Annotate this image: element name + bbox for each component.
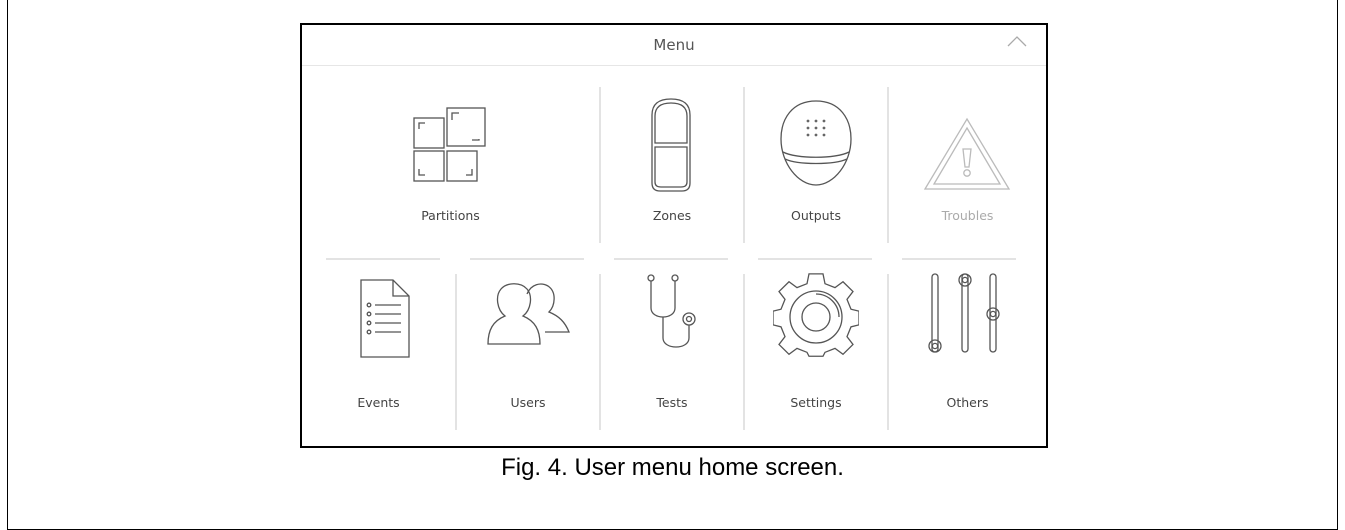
tile-events[interactable]: Events bbox=[302, 270, 455, 430]
tests-icon bbox=[647, 274, 696, 348]
others-icon bbox=[928, 273, 1000, 353]
tile-users[interactable]: Users bbox=[457, 270, 599, 430]
divider bbox=[758, 258, 872, 260]
zones-icon bbox=[651, 98, 691, 192]
troubles-icon bbox=[923, 117, 1011, 190]
tile-others[interactable]: Others bbox=[889, 270, 1046, 430]
outputs-icon bbox=[780, 100, 852, 186]
menu-header: Menu bbox=[302, 25, 1046, 66]
tile-label: Settings bbox=[790, 395, 842, 410]
chevron-up-icon[interactable] bbox=[1006, 33, 1028, 51]
figure-caption: Fig. 4. User menu home screen. bbox=[501, 454, 844, 481]
tile-label: Tests bbox=[656, 395, 688, 410]
divider bbox=[470, 258, 584, 260]
tile-settings[interactable]: Settings bbox=[745, 270, 887, 430]
tile-label: Users bbox=[510, 395, 546, 410]
tile-label: Others bbox=[946, 395, 989, 410]
events-icon bbox=[360, 279, 410, 358]
tile-label: Troubles bbox=[941, 208, 994, 223]
tile-label: Partitions bbox=[421, 208, 480, 223]
tile-troubles[interactable]: Troubles bbox=[889, 67, 1046, 247]
user-menu-screen: Menu Partitions Zones Outputs Troubles E… bbox=[300, 23, 1048, 448]
tile-partitions[interactable]: Partitions bbox=[302, 67, 599, 247]
divider bbox=[902, 258, 1016, 260]
tile-tests[interactable]: Tests bbox=[601, 270, 743, 430]
divider bbox=[326, 258, 440, 260]
tile-zones[interactable]: Zones bbox=[601, 67, 743, 247]
tile-outputs[interactable]: Outputs bbox=[745, 67, 887, 247]
tile-label: Zones bbox=[652, 208, 692, 223]
tile-label: Outputs bbox=[791, 208, 841, 223]
divider bbox=[614, 258, 728, 260]
settings-icon bbox=[773, 273, 859, 357]
partitions-icon bbox=[413, 107, 486, 182]
menu-title: Menu bbox=[653, 36, 695, 54]
users-icon bbox=[487, 283, 570, 345]
tile-label: Events bbox=[357, 395, 400, 410]
